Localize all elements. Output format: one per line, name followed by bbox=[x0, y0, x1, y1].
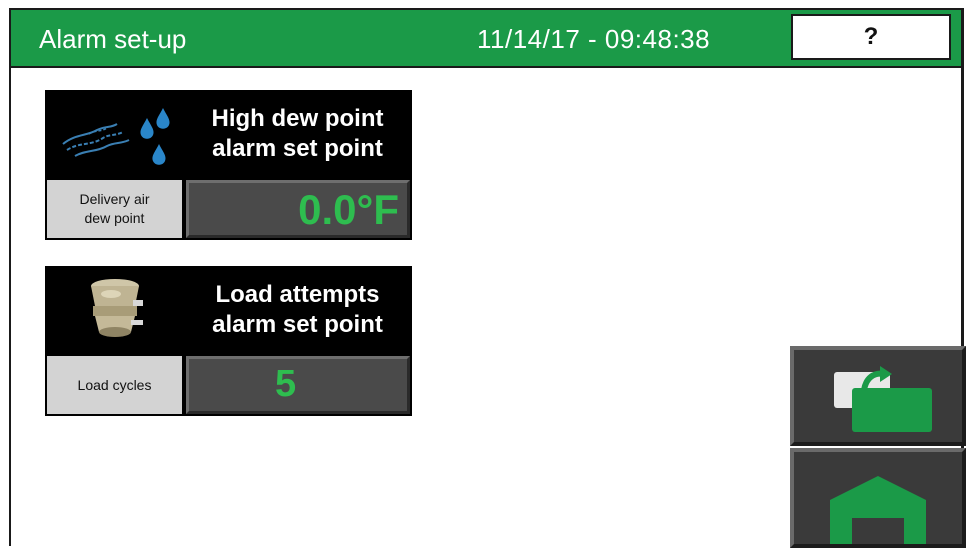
screen-frame: Alarm set-up 11/14/17 - 09:48:38 ? High bbox=[9, 8, 966, 548]
return-screen-button[interactable] bbox=[790, 346, 966, 446]
dew-point-card-body: Delivery air dew point 0.0°F bbox=[45, 178, 412, 240]
datetime-display: 11/14/17 - 09:48:38 bbox=[477, 24, 711, 54]
dew-point-alarm-card: High dew point alarm set point Delivery … bbox=[45, 90, 412, 240]
help-button[interactable]: ? bbox=[791, 14, 951, 60]
loader-icon bbox=[45, 266, 180, 354]
home-icon bbox=[830, 476, 926, 544]
dew-point-card-header: High dew point alarm set point bbox=[45, 90, 412, 178]
dew-point-card-title: High dew point alarm set point bbox=[211, 105, 384, 162]
delivery-air-dew-point-label: Delivery air dew point bbox=[47, 180, 182, 238]
load-cycles-label: Load cycles bbox=[47, 356, 182, 414]
dew-point-value-field[interactable]: 0.0°F bbox=[186, 180, 410, 238]
load-attempts-card-body: Load cycles 5 bbox=[45, 354, 412, 416]
header-bar: Alarm set-up 11/14/17 - 09:48:38 ? bbox=[11, 10, 961, 68]
load-attempts-card-header: Load attempts alarm set point bbox=[45, 266, 412, 354]
return-screen-icon bbox=[834, 366, 932, 432]
dew-point-value: 0.0°F bbox=[298, 186, 399, 233]
load-attempts-alarm-card: Load attempts alarm set point Load cycle… bbox=[45, 266, 412, 416]
load-cycles-value-field[interactable]: 5 bbox=[186, 356, 410, 414]
page-title: Alarm set-up bbox=[39, 24, 187, 54]
home-button[interactable] bbox=[790, 448, 966, 548]
dew-point-icon bbox=[45, 90, 180, 178]
load-attempts-card-title: Load attempts alarm set point bbox=[212, 281, 383, 338]
load-cycles-value: 5 bbox=[275, 363, 297, 405]
